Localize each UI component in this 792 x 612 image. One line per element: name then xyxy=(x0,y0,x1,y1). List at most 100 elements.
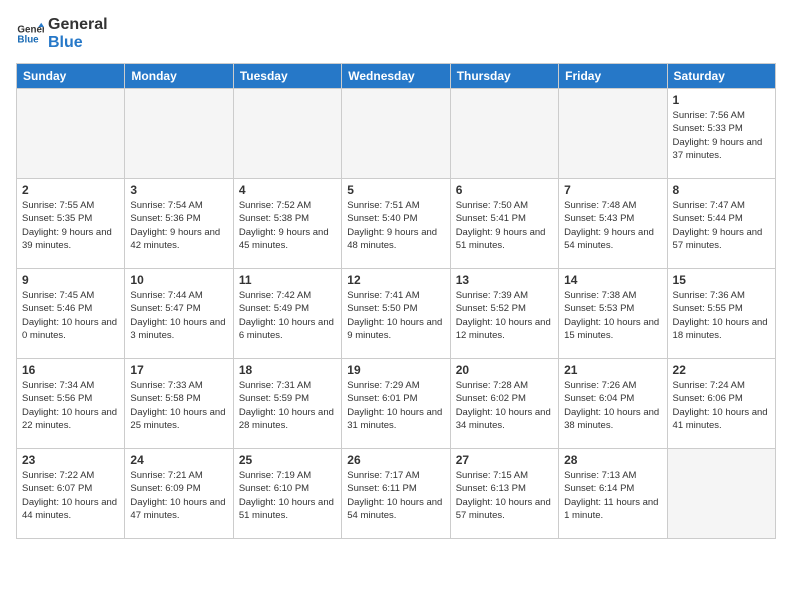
day-number: 6 xyxy=(456,183,553,197)
day-number: 23 xyxy=(22,453,119,467)
day-cell: 20 Sunrise: 7:28 AM Sunset: 6:02 PM Dayli… xyxy=(450,359,558,449)
day-cell: 13 Sunrise: 7:39 AM Sunset: 5:52 PM Dayli… xyxy=(450,269,558,359)
day-info: Sunrise: 7:41 AM Sunset: 5:50 PM Dayligh… xyxy=(347,289,444,342)
day-cell xyxy=(559,89,667,179)
day-cell: 7 Sunrise: 7:48 AM Sunset: 5:43 PM Daylig… xyxy=(559,179,667,269)
day-number: 8 xyxy=(673,183,770,197)
calendar-table: SundayMondayTuesdayWednesdayThursdayFrid… xyxy=(16,63,776,539)
day-number: 11 xyxy=(239,273,336,287)
day-info: Sunrise: 7:47 AM Sunset: 5:44 PM Dayligh… xyxy=(673,199,770,252)
col-header-thursday: Thursday xyxy=(450,64,558,89)
day-number: 17 xyxy=(130,363,227,377)
day-number: 22 xyxy=(673,363,770,377)
day-cell xyxy=(342,89,450,179)
day-number: 26 xyxy=(347,453,444,467)
day-cell xyxy=(17,89,125,179)
day-cell xyxy=(125,89,233,179)
col-header-monday: Monday xyxy=(125,64,233,89)
logo-text-blue: Blue xyxy=(48,34,83,51)
day-info: Sunrise: 7:50 AM Sunset: 5:41 PM Dayligh… xyxy=(456,199,553,252)
day-cell: 16 Sunrise: 7:34 AM Sunset: 5:56 PM Dayli… xyxy=(17,359,125,449)
day-cell: 18 Sunrise: 7:31 AM Sunset: 5:59 PM Dayli… xyxy=(233,359,341,449)
day-number: 15 xyxy=(673,273,770,287)
day-cell: 4 Sunrise: 7:52 AM Sunset: 5:38 PM Daylig… xyxy=(233,179,341,269)
day-cell: 14Sunrise: 7:38 AM Sunset: 5:53 PM Dayli… xyxy=(559,269,667,359)
day-cell: 9Sunrise: 7:45 AM Sunset: 5:46 PM Daylig… xyxy=(17,269,125,359)
day-info: Sunrise: 7:24 AM Sunset: 6:06 PM Dayligh… xyxy=(673,379,770,432)
week-row-3: 9Sunrise: 7:45 AM Sunset: 5:46 PM Daylig… xyxy=(17,269,776,359)
day-cell: 8 Sunrise: 7:47 AM Sunset: 5:44 PM Daylig… xyxy=(667,179,775,269)
day-cell: 24Sunrise: 7:21 AM Sunset: 6:09 PM Dayli… xyxy=(125,449,233,539)
week-row-2: 2 Sunrise: 7:55 AM Sunset: 5:35 PM Daylig… xyxy=(17,179,776,269)
day-info: Sunrise: 7:44 AM Sunset: 5:47 PM Dayligh… xyxy=(130,289,227,342)
day-cell: 26Sunrise: 7:17 AM Sunset: 6:11 PM Dayli… xyxy=(342,449,450,539)
day-info: Sunrise: 7:39 AM Sunset: 5:52 PM Dayligh… xyxy=(456,289,553,342)
page-header: General Blue General Blue xyxy=(16,16,776,51)
day-info: Sunrise: 7:15 AM Sunset: 6:13 PM Dayligh… xyxy=(456,469,553,522)
col-header-tuesday: Tuesday xyxy=(233,64,341,89)
day-cell: 6 Sunrise: 7:50 AM Sunset: 5:41 PM Daylig… xyxy=(450,179,558,269)
day-info: Sunrise: 7:42 AM Sunset: 5:49 PM Dayligh… xyxy=(239,289,336,342)
day-info: Sunrise: 7:55 AM Sunset: 5:35 PM Dayligh… xyxy=(22,199,119,252)
week-row-4: 16 Sunrise: 7:34 AM Sunset: 5:56 PM Dayli… xyxy=(17,359,776,449)
day-info: Sunrise: 7:19 AM Sunset: 6:10 PM Dayligh… xyxy=(239,469,336,522)
day-cell xyxy=(233,89,341,179)
day-cell: 3 Sunrise: 7:54 AM Sunset: 5:36 PM Daylig… xyxy=(125,179,233,269)
day-info: Sunrise: 7:36 AM Sunset: 5:55 PM Dayligh… xyxy=(673,289,770,342)
day-number: 5 xyxy=(347,183,444,197)
day-number: 10 xyxy=(130,273,227,287)
day-cell: 15 Sunrise: 7:36 AM Sunset: 5:55 PM Dayli… xyxy=(667,269,775,359)
day-cell: 2 Sunrise: 7:55 AM Sunset: 5:35 PM Daylig… xyxy=(17,179,125,269)
day-number: 27 xyxy=(456,453,553,467)
day-number: 25 xyxy=(239,453,336,467)
day-cell: 19Sunrise: 7:29 AM Sunset: 6:01 PM Dayli… xyxy=(342,359,450,449)
week-row-1: 1 Sunrise: 7:56 AM Sunset: 5:33 PM Daylig… xyxy=(17,89,776,179)
svg-text:Blue: Blue xyxy=(17,34,39,45)
day-number: 21 xyxy=(564,363,661,377)
day-number: 20 xyxy=(456,363,553,377)
day-info: Sunrise: 7:13 AM Sunset: 6:14 PM Dayligh… xyxy=(564,469,661,522)
day-number: 4 xyxy=(239,183,336,197)
day-info: Sunrise: 7:54 AM Sunset: 5:36 PM Dayligh… xyxy=(130,199,227,252)
day-number: 13 xyxy=(456,273,553,287)
day-info: Sunrise: 7:52 AM Sunset: 5:38 PM Dayligh… xyxy=(239,199,336,252)
day-info: Sunrise: 7:21 AM Sunset: 6:09 PM Dayligh… xyxy=(130,469,227,522)
day-info: Sunrise: 7:22 AM Sunset: 6:07 PM Dayligh… xyxy=(22,469,119,522)
day-info: Sunrise: 7:28 AM Sunset: 6:02 PM Dayligh… xyxy=(456,379,553,432)
col-header-wednesday: Wednesday xyxy=(342,64,450,89)
logo: General Blue General Blue xyxy=(16,16,108,51)
day-cell: 22 Sunrise: 7:24 AM Sunset: 6:06 PM Dayli… xyxy=(667,359,775,449)
logo-icon: General Blue xyxy=(16,20,44,48)
day-info: Sunrise: 7:31 AM Sunset: 5:59 PM Dayligh… xyxy=(239,379,336,432)
day-number: 3 xyxy=(130,183,227,197)
day-info: Sunrise: 7:26 AM Sunset: 6:04 PM Dayligh… xyxy=(564,379,661,432)
day-cell xyxy=(450,89,558,179)
col-header-sunday: Sunday xyxy=(17,64,125,89)
col-header-saturday: Saturday xyxy=(667,64,775,89)
day-number: 16 xyxy=(22,363,119,377)
col-header-friday: Friday xyxy=(559,64,667,89)
calendar-header-row: SundayMondayTuesdayWednesdayThursdayFrid… xyxy=(17,64,776,89)
day-info: Sunrise: 7:33 AM Sunset: 5:58 PM Dayligh… xyxy=(130,379,227,432)
day-info: Sunrise: 7:56 AM Sunset: 5:33 PM Dayligh… xyxy=(673,109,770,162)
day-cell: 5 Sunrise: 7:51 AM Sunset: 5:40 PM Daylig… xyxy=(342,179,450,269)
day-number: 18 xyxy=(239,363,336,377)
day-number: 1 xyxy=(673,93,770,107)
day-cell: 21 Sunrise: 7:26 AM Sunset: 6:04 PM Dayli… xyxy=(559,359,667,449)
day-number: 7 xyxy=(564,183,661,197)
day-cell xyxy=(667,449,775,539)
day-cell: 25 Sunrise: 7:19 AM Sunset: 6:10 PM Dayli… xyxy=(233,449,341,539)
day-cell: 23 Sunrise: 7:22 AM Sunset: 6:07 PM Dayli… xyxy=(17,449,125,539)
day-info: Sunrise: 7:34 AM Sunset: 5:56 PM Dayligh… xyxy=(22,379,119,432)
day-number: 12 xyxy=(347,273,444,287)
day-cell: 11 Sunrise: 7:42 AM Sunset: 5:49 PM Dayli… xyxy=(233,269,341,359)
day-cell: 27 Sunrise: 7:15 AM Sunset: 6:13 PM Dayli… xyxy=(450,449,558,539)
day-info: Sunrise: 7:51 AM Sunset: 5:40 PM Dayligh… xyxy=(347,199,444,252)
day-number: 28 xyxy=(564,453,661,467)
day-info: Sunrise: 7:45 AM Sunset: 5:46 PM Dayligh… xyxy=(22,289,119,342)
day-cell: 1 Sunrise: 7:56 AM Sunset: 5:33 PM Daylig… xyxy=(667,89,775,179)
day-number: 2 xyxy=(22,183,119,197)
day-cell: 12 Sunrise: 7:41 AM Sunset: 5:50 PM Dayli… xyxy=(342,269,450,359)
day-info: Sunrise: 7:48 AM Sunset: 5:43 PM Dayligh… xyxy=(564,199,661,252)
day-cell: 17 Sunrise: 7:33 AM Sunset: 5:58 PM Dayli… xyxy=(125,359,233,449)
